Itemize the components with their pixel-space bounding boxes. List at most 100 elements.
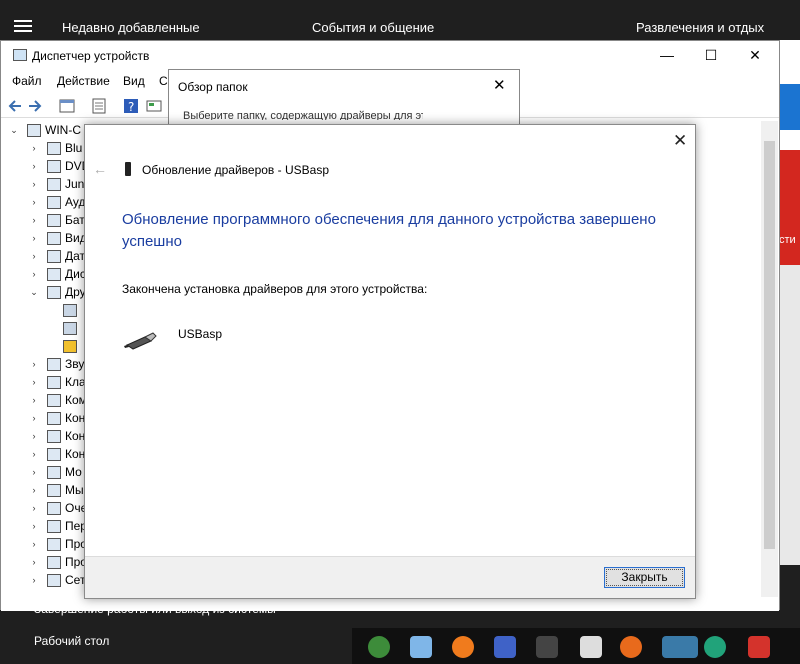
tree-item[interactable]: › Про — [29, 535, 87, 553]
tree-item-label: Jun — [65, 177, 85, 191]
tree-item[interactable]: › Кон — [29, 445, 86, 463]
tree-item[interactable]: › Зву — [29, 355, 85, 373]
firefox-icon[interactable] — [620, 636, 642, 658]
tree-item[interactable]: › Вид — [29, 229, 87, 247]
events-header: События и общение — [312, 20, 435, 35]
help-icon[interactable]: ? — [123, 98, 139, 114]
network-icon[interactable] — [494, 636, 516, 658]
list-icon[interactable] — [91, 98, 107, 114]
tree-item[interactable] — [63, 337, 81, 355]
tree-item[interactable] — [63, 319, 81, 337]
collapsed-chevron-icon[interactable]: › — [29, 485, 39, 495]
back-arrow-icon[interactable]: ← — [93, 161, 107, 177]
device-category-icon — [47, 411, 61, 425]
forward-arrow-icon[interactable] — [27, 98, 43, 114]
device-category-icon — [47, 501, 61, 515]
orange-arch-icon[interactable] — [452, 636, 474, 658]
device-category-icon — [63, 339, 77, 353]
close-button[interactable]: Закрыть — [604, 567, 685, 588]
entertainment-header: Развлечения и отдых — [636, 20, 765, 35]
tree-item[interactable]: › Мы — [29, 481, 84, 499]
collapsed-chevron-icon[interactable]: › — [29, 557, 39, 567]
menu-view[interactable]: Вид — [123, 74, 145, 88]
green-ball-icon[interactable] — [368, 636, 390, 658]
collapsed-chevron-icon[interactable]: › — [29, 413, 39, 423]
menu-file[interactable]: Файл — [12, 74, 42, 88]
tree-item[interactable]: › Про — [29, 553, 87, 571]
tree-item[interactable]: › Оче — [29, 499, 88, 517]
tree-item[interactable]: › Пер — [29, 517, 87, 535]
collapsed-chevron-icon[interactable]: › — [29, 395, 39, 405]
news-tile[interactable] — [778, 150, 800, 265]
tree-item[interactable]: › Дат — [29, 247, 86, 265]
collapsed-chevron-icon[interactable]: › — [29, 143, 39, 153]
desktop-item[interactable]: Рабочий стол — [34, 634, 109, 648]
collapsed-chevron-icon[interactable]: › — [29, 575, 39, 585]
expanded-chevron-icon[interactable]: ⌄ — [9, 125, 19, 136]
collapsed-chevron-icon[interactable]: › — [29, 251, 39, 261]
terminal-icon[interactable] — [536, 636, 558, 658]
collapsed-chevron-icon[interactable]: › — [29, 539, 39, 549]
device-category-icon — [27, 123, 41, 137]
minimize-button[interactable]: — — [657, 46, 677, 64]
tree-item[interactable]: › Кла — [29, 373, 86, 391]
mysql-icon[interactable] — [662, 636, 698, 658]
tripadvisor-icon[interactable] — [704, 636, 726, 658]
tree-item[interactable]: › Ауд — [29, 193, 86, 211]
collapsed-chevron-icon[interactable]: › — [29, 233, 39, 243]
collapsed-chevron-icon[interactable]: › — [29, 215, 39, 225]
close-button-label: Закрыть — [606, 569, 683, 586]
collapsed-chevron-icon[interactable]: › — [29, 431, 39, 441]
expanded-chevron-icon[interactable]: ⌄ — [29, 287, 39, 298]
tree-item[interactable]: › Кон — [29, 427, 86, 445]
tree-item[interactable]: › Дис — [29, 265, 86, 283]
collapsed-chevron-icon[interactable]: › — [29, 269, 39, 279]
close-button[interactable]: ✕ — [745, 46, 765, 64]
collapsed-chevron-icon[interactable]: › — [29, 377, 39, 387]
tree-item[interactable]: › Blu — [29, 139, 83, 157]
collapsed-chevron-icon[interactable]: › — [29, 179, 39, 189]
usb-plug-icon — [124, 332, 157, 350]
recent-apps-header: Недавно добавленные — [62, 20, 200, 35]
tree-item[interactable] — [63, 301, 81, 319]
grey-tile[interactable] — [778, 265, 800, 565]
usb-tool-icon[interactable] — [580, 636, 602, 658]
collapsed-chevron-icon[interactable]: › — [29, 449, 39, 459]
device-name: USBasp — [178, 327, 223, 341]
tree-item-label: Мо — [65, 465, 82, 479]
properties-icon[interactable] — [59, 98, 75, 114]
collapsed-chevron-icon[interactable]: › — [29, 521, 39, 531]
device-manager-titlebar: Диспетчер устройств — ☐ ✕ — [1, 41, 779, 70]
scan-hardware-icon[interactable] — [146, 98, 162, 114]
device-category-icon — [47, 159, 61, 173]
tree-item[interactable]: › DVD — [29, 157, 91, 175]
collapsed-chevron-icon[interactable]: › — [29, 197, 39, 207]
back-arrow-icon[interactable] — [7, 98, 23, 114]
wizard-close-icon[interactable]: ✕ — [673, 131, 687, 151]
tree-item[interactable]: › Сет — [29, 571, 86, 589]
scrollbar-thumb[interactable] — [764, 141, 775, 549]
device-category-icon — [47, 465, 61, 479]
tree-item[interactable]: ⌄ Дру — [29, 283, 85, 301]
maximize-button[interactable]: ☐ — [701, 46, 721, 64]
device-category-icon — [63, 321, 77, 335]
collapsed-chevron-icon[interactable]: › — [29, 359, 39, 369]
device-category-icon — [47, 537, 61, 551]
tree-item[interactable]: › Кон — [29, 409, 86, 427]
cross-icon[interactable] — [748, 636, 770, 658]
tree-item[interactable]: › Jun — [29, 175, 85, 193]
hamburger-menu-icon[interactable] — [14, 20, 32, 32]
notepad-icon[interactable] — [410, 636, 432, 658]
browse-close-button[interactable]: ✕ — [493, 76, 506, 94]
tree-item[interactable]: › Бат — [29, 211, 85, 229]
device-category-icon — [47, 213, 61, 227]
collapsed-chevron-icon[interactable]: › — [29, 503, 39, 513]
tree-item[interactable]: › Мо — [29, 463, 82, 481]
device-category-icon — [63, 303, 77, 317]
tree-item-label: WIN-C — [45, 123, 81, 137]
tree-item[interactable]: › Ком — [29, 391, 87, 409]
tree-item[interactable]: ⌄ WIN-C — [9, 121, 81, 139]
collapsed-chevron-icon[interactable]: › — [29, 161, 39, 171]
menu-action[interactable]: Действие — [57, 74, 110, 88]
collapsed-chevron-icon[interactable]: › — [29, 467, 39, 477]
